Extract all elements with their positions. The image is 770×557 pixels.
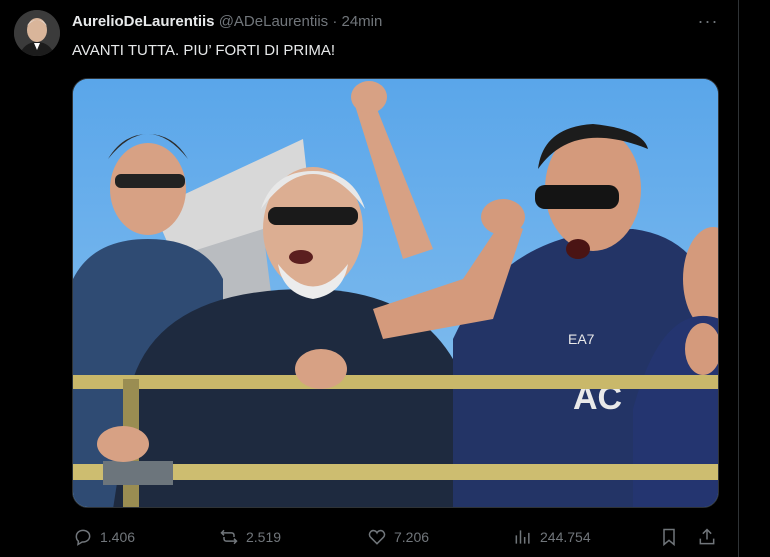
tweet-header: AurelioDeLaurentiis @ADeLaurentiis · 24m…: [72, 12, 382, 32]
views-icon: [512, 526, 534, 548]
repost-icon: [218, 526, 240, 548]
more-horizontal-icon: ···: [697, 11, 719, 31]
author-handle[interactable]: @ADeLaurentiis: [219, 13, 328, 30]
reply-count: 1.406: [100, 529, 136, 545]
tweet-timestamp[interactable]: 24min: [342, 13, 383, 30]
reply-button[interactable]: 1.406: [72, 522, 135, 552]
column-divider: [738, 0, 739, 557]
like-icon: [366, 526, 388, 548]
separator-dot: ·: [332, 13, 338, 30]
svg-text:EA7: EA7: [568, 331, 595, 347]
author-name[interactable]: AurelioDeLaurentiis: [72, 13, 215, 30]
tweet-text: AVANTI TUTTA. PIU’ FORTI DI PRIMA!: [72, 42, 336, 59]
like-count: 7.206: [394, 529, 430, 545]
more-options-button[interactable]: ···: [694, 10, 722, 34]
share-button[interactable]: [696, 522, 724, 552]
repost-count: 2.519: [246, 529, 282, 545]
bookmark-icon: [658, 526, 680, 548]
like-button[interactable]: 7.206: [366, 522, 429, 552]
reply-icon: [72, 526, 94, 548]
repost-button[interactable]: 2.519: [218, 522, 281, 552]
tweet-actions: 1.406 2.519 7.206 244.754: [72, 522, 732, 552]
views-button[interactable]: 244.754: [512, 522, 591, 552]
tweet-photo[interactable]: EA7 AC: [72, 78, 719, 508]
avatar[interactable]: [14, 10, 60, 56]
share-icon: [696, 526, 718, 548]
bookmark-button[interactable]: [658, 522, 686, 552]
views-count: 244.754: [540, 529, 591, 545]
